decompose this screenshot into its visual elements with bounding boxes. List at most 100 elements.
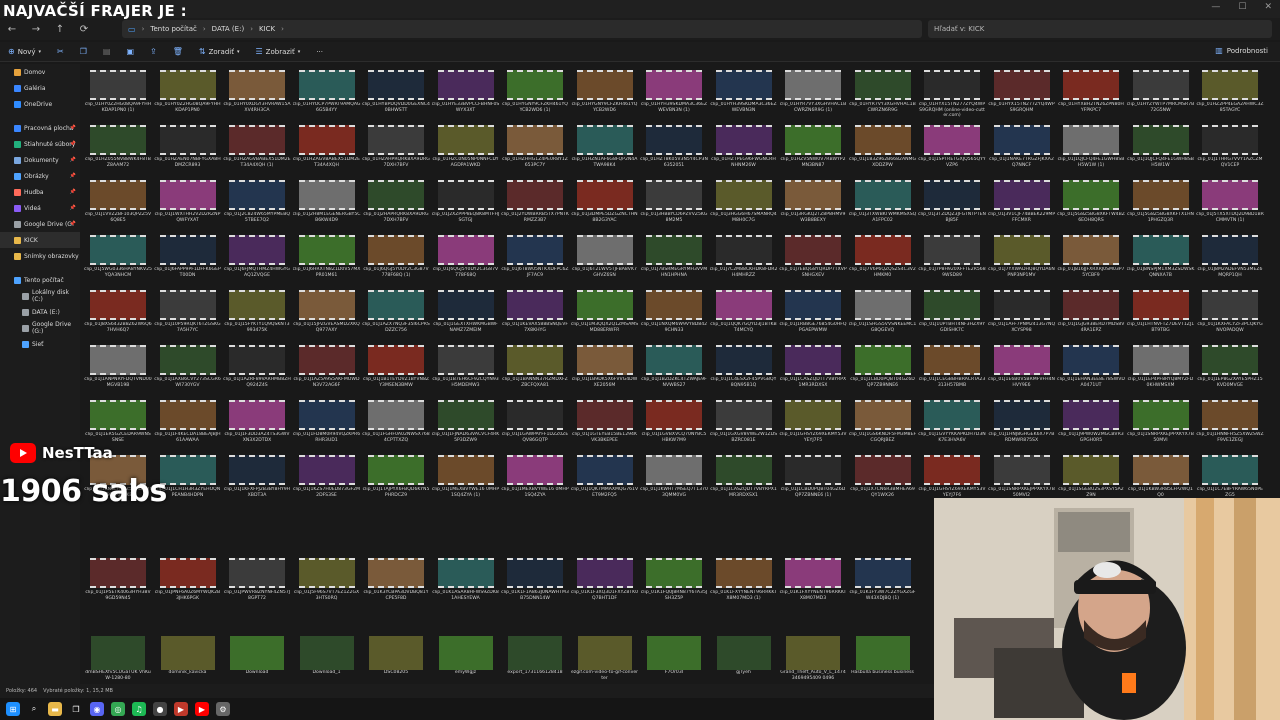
new-button[interactable]: ⊕ Nový ▾	[0, 47, 49, 56]
file-tile[interactable]: clip_01K1FQ0J8RN87Y6TA35JSH3Z5P	[640, 552, 707, 618]
file-tile[interactable]: clip_01J1P5ETK4063HYH38V9GD59N45	[84, 552, 151, 618]
selection-info: Vybraté položky: 1, 15,2 MB	[43, 688, 113, 694]
file-tile[interactable]: clip_01J1MEXBVYWE16 0MHP1SQ4ZYA (1)	[432, 449, 499, 515]
gallery-icon	[14, 84, 21, 92]
address-bar[interactable]: ▭ › Tento počítač › DATA (E:) › KICK ›	[122, 20, 922, 38]
file-name: dominik_kavicka	[168, 670, 207, 675]
file-name: clip_01HZC0N05NP0NNFCDYAGDPA1WKD	[432, 157, 499, 168]
sort-button[interactable]: ⇅ Zoradiť ▾	[191, 47, 248, 56]
settings-icon[interactable]: ⚙	[216, 702, 230, 716]
video-thumbnail	[1063, 400, 1119, 430]
sidebar-item[interactable]: Domov	[0, 64, 80, 80]
sidebar-item[interactable]: Google Drive (G: 📌	[0, 216, 80, 232]
sidebar-item[interactable]: Hudba 📌	[0, 184, 80, 200]
taskview-icon[interactable]: ❐	[69, 702, 83, 716]
search-icon[interactable]: ⌕	[27, 702, 41, 716]
video-thumbnail	[785, 180, 841, 210]
video-thumbnail	[229, 400, 285, 430]
sidebar-item[interactable]: KICK	[0, 232, 80, 248]
file-name: clip_01J1AXB6CVY273SCGR6WI730YGV	[154, 377, 221, 388]
file-tile[interactable]: clip_01K1F3XQ3D1FXYZ8TK0Q7BHT1DF	[571, 552, 638, 618]
file-tile[interactable]: clip_01J5F96S7VT7EZ1Z2GX3HTS0RQ	[293, 552, 359, 618]
sidebar-item[interactable]: Galéria	[0, 80, 80, 96]
back-icon[interactable]: ←	[0, 18, 24, 40]
details-button[interactable]: ▥ Podrobnosti	[1215, 46, 1268, 55]
file-tile[interactable]: clip_01J1TAJPYX6FBQD6KYN5PHRDCZ9	[362, 449, 429, 515]
sidebar-item[interactable]: Stiahnuté súbory 📌	[0, 136, 80, 152]
file-name: clip_01J1KWHT7MSEQ7T13703QMM0VG	[640, 487, 708, 498]
file-explorer-icon[interactable]: ▬	[48, 702, 62, 716]
close-icon[interactable]: ✕	[1264, 2, 1272, 12]
file-tile[interactable]: clip_01K1FXYYNENT96RRKKTX8M07MD3	[779, 552, 846, 618]
delete-button[interactable]: 🗑	[165, 47, 191, 56]
file-name: clip_01J1AZRF89VARHMB8ZHQ924Z4S	[223, 377, 291, 388]
file-name: clip_01HYBPDQVDD0GEXNC40BHWSTT	[362, 102, 430, 113]
copy-icon: ❐	[79, 47, 87, 56]
forward-icon[interactable]: →	[24, 18, 48, 40]
refresh-icon[interactable]: ⟳	[72, 18, 96, 40]
sidebar-item[interactable]: Snímky obrazovky	[0, 248, 80, 264]
minimize-icon[interactable]: —	[1211, 2, 1220, 12]
chrome-icon[interactable]: ◎	[111, 702, 125, 716]
sidebar-item[interactable]: Lokálny disk (C:)	[0, 288, 80, 304]
file-name: clip_01J1HNNFH5Z5XWZSWZF9VE1ZEGJ	[1196, 432, 1264, 443]
cut-button[interactable]: ✂	[49, 47, 72, 56]
view-button[interactable]: ☰ Zobraziť ▾	[248, 47, 309, 56]
paste-button[interactable]: ▤	[95, 47, 119, 56]
file-name: Download_1	[312, 670, 341, 675]
file-name: clip_01J1AZX7NQ3F35I6CPRSDZZC756	[362, 322, 430, 333]
file-tile[interactable]: clip_01K1ASAR8HFWS9ZDK81AHESYEWA	[432, 552, 499, 618]
video-thumbnail	[159, 400, 216, 430]
youtube-icon[interactable]: ▶	[195, 702, 209, 716]
file-name: export_1731166128418	[507, 670, 563, 675]
copy-button[interactable]: ❐	[72, 47, 95, 56]
up-icon[interactable]: ↑	[48, 18, 72, 40]
sidebar-item[interactable]: DATA (E:)	[0, 304, 80, 320]
more-button[interactable]: ···	[308, 48, 331, 56]
file-tile[interactable]: clip_01J1MEXBVYWE16 0MHP1SQ4ZYA	[501, 449, 569, 515]
file-tile[interactable]: clip_01K1FXYYNENT96RRKKTX8M07MD3 (1)	[710, 552, 777, 618]
file-name: clip_01J3DMPE5DZGZNCTHN8B2G3YAC	[571, 212, 638, 223]
video-thumbnail	[437, 455, 494, 485]
file-name: clip_01J1SPTRETGXJQ565QYYVZP6	[918, 157, 986, 168]
sidebar-item[interactable]: Pracovná plocha 📌	[0, 120, 80, 136]
file-tile[interactable]: clip_01J1KWHT7MSEQ7T13703QMM0VG	[640, 449, 708, 515]
breadcrumb-item[interactable]: Tento počítač	[150, 25, 196, 33]
windows-start-icon[interactable]: ⊞	[6, 702, 20, 716]
search-input[interactable]: Hľadať v: KICK	[928, 20, 1272, 38]
sidebar-item[interactable]: Tento počítač	[0, 272, 80, 288]
spotify-icon[interactable]: ♫	[132, 702, 146, 716]
file-tile[interactable]: clip_01J1X7CN6R3BMHEA69QY1WX26	[849, 449, 915, 515]
video-thumbnail	[90, 400, 146, 430]
file-tile[interactable]: clip_01JPNF6A0Z6MYWQK2B3JHK6PGK	[154, 552, 220, 618]
video-thumbnail	[993, 235, 1050, 265]
video-thumbnail	[368, 70, 424, 100]
sidebar-item-label: Obrázky	[24, 172, 49, 180]
sidebar-item[interactable]: Videá 📌	[0, 200, 80, 216]
file-tile[interactable]: clip_01JPWVR8ZNYNF4ZN57J8GPT72	[223, 552, 290, 618]
sidebar-item[interactable]: Obrázky 📌	[0, 168, 80, 184]
file-tile[interactable]: clip_01K1FY3W7C2ZYGXZGFW43XDJBQ (1)	[849, 552, 916, 618]
video-thumbnail	[90, 345, 146, 375]
rename-button[interactable]: ▣	[118, 47, 142, 56]
sidebar-item[interactable]: Dokumenty 📌	[0, 152, 80, 168]
file-tile[interactable]: clip_01J1KZS7H0ED873GF2M2DFS3SE	[293, 449, 360, 515]
obs-icon[interactable]: ●	[153, 702, 167, 716]
share-button[interactable]: ⇪	[142, 47, 165, 56]
file-tile[interactable]: clip_01J1CBD0PQBT04GZ6DQP7ZBNNE6 (1)	[779, 449, 845, 515]
file-tile[interactable]: clip_01J1KFXFPJ2B3BY8HY9HXBDT3A	[223, 449, 290, 515]
breadcrumb-item[interactable]: DATA (E:)	[212, 25, 245, 33]
sidebar-item[interactable]: Sieť	[0, 336, 80, 352]
file-tile[interactable]: clip_01J1QK7MMAXMQG761VET9M2FQ5	[571, 449, 638, 515]
breadcrumb-item[interactable]: KICK	[259, 25, 275, 33]
file-tile[interactable]: clip_01K3YCBPA3DVDBQ81YCPE5F8D	[362, 552, 429, 618]
file-tile[interactable]: clip_01K1F1A863J0NAWHTM3B75DNN14W	[501, 552, 569, 618]
sidebar-item[interactable]: Google Drive (G:)	[0, 320, 80, 336]
file-tile[interactable]: clip_01J1CASZQDT7VBYRPX1MR3RDXSX1	[710, 449, 777, 515]
sidebar-item[interactable]: OneDrive	[0, 96, 80, 112]
file-name: clip_01J1CASZQDTT7VBYRPX1MR3RDXSX	[779, 377, 847, 388]
maximize-icon[interactable]: ☐	[1238, 2, 1246, 12]
media-icon[interactable]: ▶	[174, 702, 188, 716]
video-thumbnail	[229, 235, 285, 265]
discord-icon[interactable]: ◉	[90, 702, 104, 716]
